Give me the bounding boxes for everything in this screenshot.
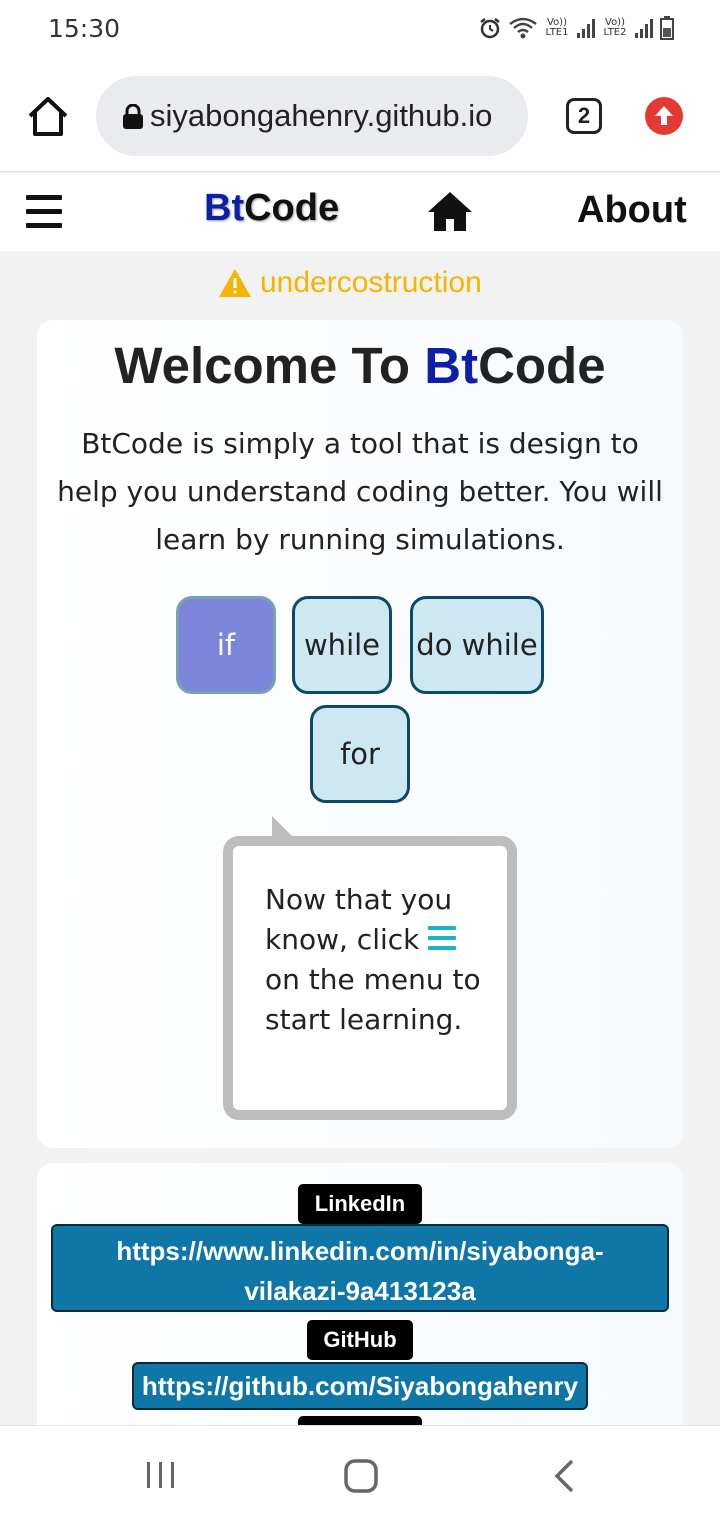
network-2-text: Vo)) LTE2 (603, 17, 627, 38)
network-1-label: Vo)) LTE1 (544, 18, 570, 38)
linkedin-link[interactable]: https://www.linkedin.com/in/siyabonga- v… (51, 1224, 669, 1312)
wifi-icon (509, 17, 537, 39)
hint-text: Now that you know, click on the menu to … (265, 880, 495, 1040)
warning-triangle-icon (219, 269, 251, 297)
signal-icon (577, 19, 595, 38)
tab-count-button[interactable]: 2 (566, 98, 602, 134)
house-icon[interactable] (426, 189, 474, 233)
welcome-title-brand-suffix: Code (478, 337, 606, 394)
lock-icon (123, 104, 143, 129)
status-time: 15:30 (48, 14, 121, 43)
linkedin-url-line2: vilakazi-9a413123a (244, 1276, 476, 1306)
back-icon[interactable] (552, 1458, 576, 1494)
loop-button-do-while[interactable]: do while (410, 596, 544, 694)
welcome-title: Welcome To BtCode (37, 336, 683, 395)
linkedin-url-line1: https://www.linkedin.com/in/siyabonga- (116, 1236, 604, 1266)
url-text: siyabongahenry.github.io (150, 98, 493, 133)
status-bar: 15:30 Vo)) LTE1 Vo)) LTE2 (0, 0, 720, 60)
android-navigation-bar (0, 1425, 720, 1520)
brand-logo[interactable]: BtCode (204, 187, 339, 230)
menu-line (26, 223, 62, 228)
network-1-text: Vo)) LTE1 (545, 17, 569, 38)
status-icons: Vo)) LTE1 Vo)) LTE2 (478, 16, 674, 40)
welcome-title-brand-prefix: Bt (424, 337, 479, 394)
welcome-description: BtCode is simply a tool that is design t… (57, 427, 663, 556)
about-link[interactable]: About (577, 189, 687, 232)
bubble-tail (272, 816, 294, 838)
github-tag: GitHub (307, 1320, 413, 1360)
network-2-label: Vo)) LTE2 (602, 18, 628, 38)
warning-text: undercostruction (260, 266, 482, 299)
hint-text-before: Now that you know, click (265, 883, 453, 956)
browser-toolbar: siyabongahenry.github.io 2 (0, 60, 720, 172)
welcome-title-prefix: Welcome To (114, 337, 425, 394)
alarm-icon (480, 18, 500, 39)
update-arrow-icon (655, 106, 673, 125)
social-links-card: LinkedIn https://www.linkedin.com/in/siy… (37, 1163, 683, 1443)
hamburger-menu-icon (428, 926, 457, 950)
home-nav-icon[interactable] (343, 1458, 379, 1494)
site-navbar: BtCode About (0, 173, 720, 251)
menu-line (26, 195, 62, 200)
loop-button-for[interactable]: for (310, 705, 410, 803)
brand-prefix: Bt (204, 187, 245, 229)
address-bar[interactable]: siyabongahenry.github.io (96, 76, 528, 156)
loop-button-while[interactable]: while (292, 596, 392, 694)
recent-apps-icon[interactable] (144, 1460, 178, 1490)
brand-suffix: Code (244, 187, 340, 229)
menu-line (26, 209, 62, 214)
hint-text-after: on the menu to start learning. (265, 963, 481, 1036)
signal-icon (635, 19, 653, 38)
update-button[interactable] (645, 97, 683, 135)
welcome-card: Welcome To BtCode BtCode is simply a too… (37, 320, 683, 1148)
github-link[interactable]: https://github.com/Siyabongahenry (132, 1362, 588, 1410)
loop-button-if[interactable]: if (176, 596, 276, 694)
construction-warning: undercostruction (218, 266, 482, 300)
hint-bubble: Now that you know, click on the menu to … (223, 836, 517, 1120)
hamburger-menu-icon[interactable] (26, 195, 62, 229)
linkedin-tag: LinkedIn (298, 1184, 422, 1224)
battery-icon (660, 16, 674, 40)
home-icon[interactable] (26, 94, 70, 138)
